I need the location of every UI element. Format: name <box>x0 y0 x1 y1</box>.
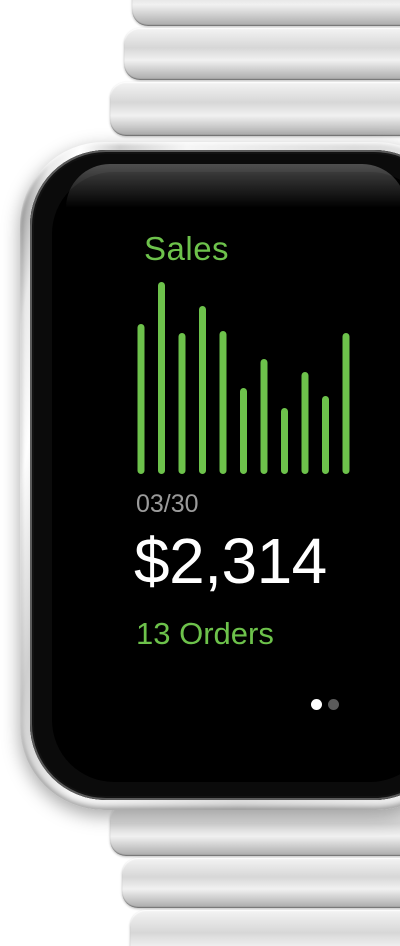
chart-bar[interactable] <box>322 396 329 474</box>
band-link <box>122 858 400 908</box>
chart-bar[interactable] <box>178 333 186 474</box>
chart-bar[interactable] <box>301 372 309 474</box>
band-link <box>124 28 400 80</box>
chart-bar[interactable] <box>240 388 247 474</box>
band-link <box>110 82 400 136</box>
watch-mockup: Sales 03/30 $2,314 13 Orders <box>0 0 400 946</box>
watch-screen[interactable]: Sales 03/30 $2,314 13 Orders <box>52 172 400 782</box>
chart-bar[interactable] <box>281 408 288 474</box>
sales-bar-chart[interactable] <box>52 172 400 782</box>
chart-bar[interactable] <box>260 359 268 474</box>
page-indicator[interactable] <box>311 699 339 710</box>
orders-count: 13 Orders <box>136 616 274 651</box>
band-link <box>110 804 400 856</box>
chart-bar[interactable] <box>199 306 206 474</box>
page-dot[interactable] <box>328 699 339 710</box>
band-link <box>130 910 400 946</box>
chart-bar[interactable] <box>219 331 227 474</box>
selected-date: 03/30 <box>136 490 199 518</box>
chart-bar[interactable] <box>342 333 350 474</box>
sales-amount: $2,314 <box>134 525 327 597</box>
chart-bar[interactable] <box>158 282 165 474</box>
band-link <box>132 0 400 26</box>
chart-bar[interactable] <box>137 324 145 474</box>
page-dot-active[interactable] <box>311 699 322 710</box>
